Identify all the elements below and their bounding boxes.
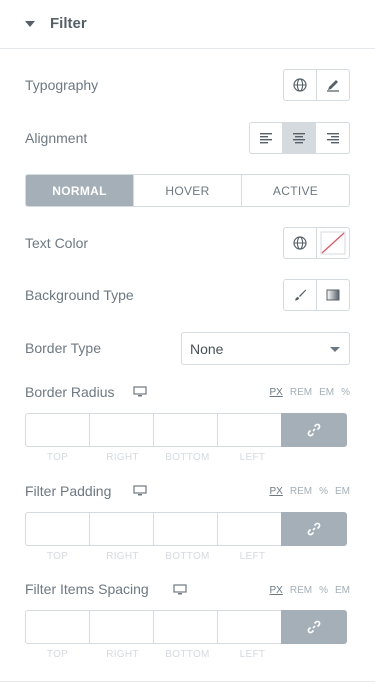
border-radius-label: Border Radius	[25, 384, 115, 400]
label-bottom: BOTTOM	[165, 452, 210, 463]
border-radius-bottom-input[interactable]	[153, 413, 218, 447]
unit-percent[interactable]: %	[319, 585, 328, 596]
global-typography-button[interactable]	[284, 70, 317, 100]
unit-rem[interactable]: REM	[290, 486, 312, 497]
desktop-icon[interactable]	[133, 386, 147, 398]
label-right: RIGHT	[106, 551, 139, 562]
border-radius-top-input[interactable]	[25, 413, 90, 447]
chevron-down-icon	[330, 347, 340, 352]
align-left-icon	[260, 133, 272, 144]
filter-items-spacing-left-input[interactable]	[217, 610, 282, 644]
text-color-controls	[283, 227, 350, 259]
label-top: TOP	[46, 649, 69, 660]
caret-down-icon	[25, 21, 35, 27]
filter-items-spacing-bottom-input[interactable]	[153, 610, 218, 644]
filter-items-spacing-right-input[interactable]	[89, 610, 154, 644]
label-top: TOP	[46, 551, 69, 562]
desktop-icon[interactable]	[173, 584, 187, 596]
alignment-controls	[249, 122, 350, 154]
section-header[interactable]: Filter	[0, 0, 375, 49]
globe-icon	[293, 78, 307, 92]
color-picker-button[interactable]	[317, 228, 350, 258]
global-color-button[interactable]	[284, 228, 317, 258]
tab-hover[interactable]: HOVER	[134, 175, 242, 206]
state-tabs: NORMAL HOVER ACTIVE	[25, 174, 350, 207]
label-bottom: BOTTOM	[165, 551, 210, 562]
label-right: RIGHT	[106, 649, 139, 660]
align-right-button[interactable]	[316, 123, 349, 153]
typography-controls	[283, 69, 350, 101]
filter-items-spacing-dimensions	[25, 610, 350, 644]
typography-label: Typography	[25, 77, 99, 93]
unit-px[interactable]: PX	[270, 486, 283, 497]
filter-items-spacing-label: Filter Items Spacing	[25, 581, 149, 597]
align-center-icon	[293, 133, 305, 144]
filter-items-spacing-units: PX REM % EM	[263, 585, 350, 596]
filter-padding-left-input[interactable]	[217, 512, 282, 546]
alignment-label: Alignment	[25, 130, 88, 146]
filter-items-spacing-dimension-labels: TOP RIGHT BOTTOM LEFT	[25, 649, 285, 660]
gradient-icon	[326, 289, 340, 301]
unit-em[interactable]: EM	[335, 585, 350, 596]
unit-em[interactable]: EM	[335, 486, 350, 497]
border-type-value: None	[190, 341, 224, 357]
filter-padding-dimension-labels: TOP RIGHT BOTTOM LEFT	[25, 551, 285, 562]
border-radius-dimension-labels: TOP RIGHT BOTTOM LEFT	[25, 452, 285, 463]
border-radius-units: PX REM EM %	[263, 387, 350, 398]
border-radius-left-input[interactable]	[217, 413, 282, 447]
unit-percent[interactable]: %	[341, 387, 350, 398]
tab-active[interactable]: ACTIVE	[242, 175, 349, 206]
align-left-button[interactable]	[250, 123, 283, 153]
filter-padding-link-button[interactable]	[281, 512, 347, 546]
link-icon	[307, 423, 321, 437]
label-left: LEFT	[239, 649, 266, 660]
filter-padding-right-input[interactable]	[89, 512, 154, 546]
label-top: TOP	[46, 452, 69, 463]
background-type-controls	[283, 279, 350, 311]
filter-padding-label: Filter Padding	[25, 483, 112, 499]
border-radius-right-input[interactable]	[89, 413, 154, 447]
text-color-label: Text Color	[25, 235, 89, 251]
border-radius-link-button[interactable]	[281, 413, 347, 447]
desktop-icon[interactable]	[133, 485, 147, 497]
background-classic-button[interactable]	[284, 280, 317, 310]
filter-items-spacing-top-input[interactable]	[25, 610, 90, 644]
unit-rem[interactable]: REM	[290, 585, 312, 596]
border-type-label: Border Type	[25, 340, 102, 356]
pencil-icon	[326, 80, 339, 92]
border-radius-dimensions	[25, 413, 350, 447]
background-gradient-button[interactable]	[317, 280, 350, 310]
edit-typography-button[interactable]	[317, 70, 350, 100]
align-right-icon	[326, 133, 339, 144]
unit-px[interactable]: PX	[270, 585, 283, 596]
label-left: LEFT	[239, 551, 266, 562]
tab-normal[interactable]: NORMAL	[26, 175, 134, 206]
link-icon	[307, 522, 321, 536]
align-center-button[interactable]	[283, 123, 316, 153]
unit-em[interactable]: EM	[319, 387, 334, 398]
background-type-label: Background Type	[25, 287, 134, 303]
filter-padding-units: PX REM % EM	[263, 486, 350, 497]
filter-padding-top-input[interactable]	[25, 512, 90, 546]
unit-rem[interactable]: REM	[290, 387, 312, 398]
filter-padding-dimensions	[25, 512, 350, 546]
label-right: RIGHT	[106, 452, 139, 463]
globe-icon	[293, 236, 307, 250]
no-color-swatch-icon	[320, 231, 346, 255]
unit-percent[interactable]: %	[319, 486, 328, 497]
label-bottom: BOTTOM	[165, 649, 210, 660]
border-type-select[interactable]: None	[181, 332, 350, 365]
unit-px[interactable]: PX	[270, 387, 283, 398]
label-left: LEFT	[239, 452, 266, 463]
paint-brush-icon	[294, 289, 306, 301]
section-title: Filter	[50, 15, 87, 32]
filter-padding-bottom-input[interactable]	[153, 512, 218, 546]
filter-items-spacing-link-button[interactable]	[281, 610, 347, 644]
link-icon	[307, 620, 321, 634]
